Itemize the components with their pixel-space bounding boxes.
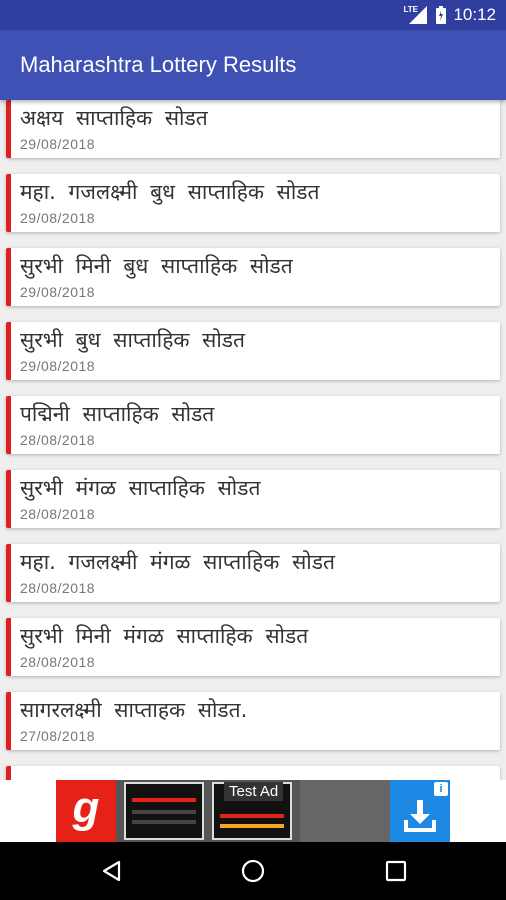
results-list[interactable]: अक्षय साप्ताहिक सोडत 29/08/2018 महा. गजल… <box>0 100 506 780</box>
result-title: पद्मिनी साप्ताहिक सोडत <box>20 402 215 426</box>
result-title: महा. गजलक्ष्मी मंगळ साप्ताहिक सोडत <box>20 550 335 574</box>
result-card[interactable]: अक्षय साप्ताहिक सोडत 29/08/2018 <box>6 100 500 158</box>
recents-icon <box>385 860 407 882</box>
navigation-bar <box>0 842 506 900</box>
recents-button[interactable] <box>366 842 426 900</box>
result-date: 28/08/2018 <box>20 654 96 670</box>
status-icons: LTE 10:12 <box>403 0 496 30</box>
ad-screenshot <box>124 782 204 840</box>
app-bar: Maharashtra Lottery Results <box>0 30 506 100</box>
result-title: अक्षय साप्ताहिक सोडत <box>20 106 208 130</box>
status-bar: LTE 10:12 <box>0 0 506 30</box>
home-icon <box>241 859 265 883</box>
ad-background <box>300 780 390 842</box>
lte-signal-icon: LTE <box>403 5 429 25</box>
result-card[interactable]: सुरभी मंगळ साप्ताहिक सोडत 28/08/2018 <box>6 470 500 528</box>
result-title: सुरभी मिनी बुध साप्ताहिक सोडत <box>20 254 293 278</box>
home-button[interactable] <box>223 842 283 900</box>
result-card-partial[interactable] <box>6 766 500 780</box>
result-title: सुरभी बुध साप्ताहिक सोडत <box>20 328 245 352</box>
result-title: सागरलक्ष्मी साप्ताहक सोडत. <box>20 698 248 722</box>
result-card[interactable]: सागरलक्ष्मी साप्ताहक सोडत. 27/08/2018 <box>6 692 500 750</box>
result-date: 28/08/2018 <box>20 580 96 596</box>
back-button[interactable] <box>82 842 142 900</box>
app-title: Maharashtra Lottery Results <box>20 52 297 77</box>
result-date: 29/08/2018 <box>20 284 96 300</box>
result-card[interactable]: सुरभी मिनी मंगळ साप्ताहिक सोडत 28/08/201… <box>6 618 500 676</box>
result-title: सुरभी मिनी मंगळ साप्ताहिक सोडत <box>20 624 309 648</box>
download-button[interactable]: i <box>390 780 450 842</box>
clock: 10:12 <box>453 5 496 24</box>
result-card[interactable]: सुरभी मिनी बुध साप्ताहिक सोडत 29/08/2018 <box>6 248 500 306</box>
ad-creative[interactable]: g Test Ad i <box>56 780 450 842</box>
result-card[interactable]: महा. गजलक्ष्मी बुध साप्ताहिक सोडत 29/08/… <box>6 174 500 232</box>
battery-icon <box>436 6 447 24</box>
ad-logo-icon: g <box>56 780 116 842</box>
result-date: 29/08/2018 <box>20 136 96 152</box>
result-card[interactable]: पद्मिनी साप्ताहिक सोडत 28/08/2018 <box>6 396 500 454</box>
result-title: सुरभी मंगळ साप्ताहिक सोडत <box>20 476 261 500</box>
result-date: 28/08/2018 <box>20 506 96 522</box>
result-date: 29/08/2018 <box>20 210 96 226</box>
result-date: 27/08/2018 <box>20 728 96 744</box>
result-date: 28/08/2018 <box>20 432 96 448</box>
ad-info-icon[interactable]: i <box>434 782 448 796</box>
ad-banner[interactable]: g Test Ad i <box>0 780 506 842</box>
result-title: महा. गजलक्ष्मी बुध साप्ताहिक सोडत <box>20 180 320 204</box>
result-date: 29/08/2018 <box>20 358 96 374</box>
result-card[interactable]: सुरभी बुध साप्ताहिक सोडत 29/08/2018 <box>6 322 500 380</box>
back-icon <box>102 860 121 882</box>
test-ad-label: Test Ad <box>224 782 284 801</box>
result-card[interactable]: महा. गजलक्ष्मी मंगळ साप्ताहिक सोडत 28/08… <box>6 544 500 602</box>
